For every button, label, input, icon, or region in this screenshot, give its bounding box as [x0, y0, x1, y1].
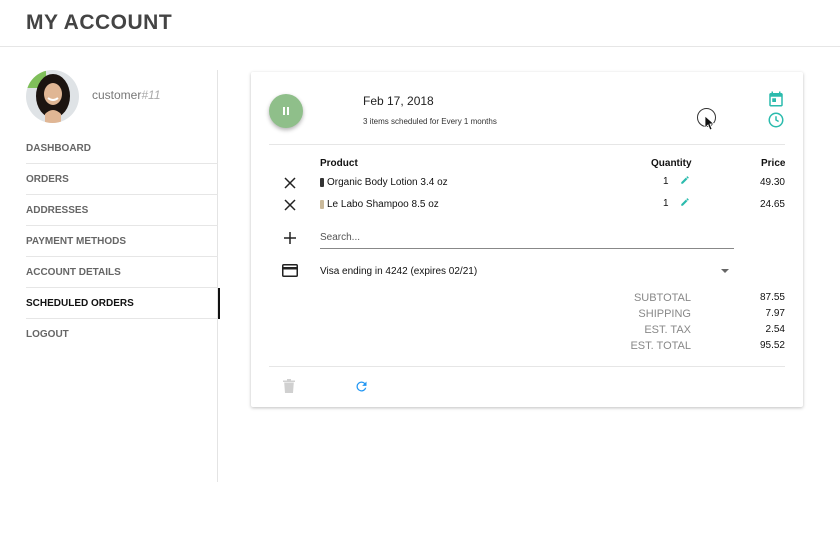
account-sidebar: customer#11 DASHBOARD ORDERS ADDRESSES P…: [26, 70, 220, 482]
nav-item-dashboard[interactable]: DASHBOARD: [26, 133, 218, 164]
product-thumbnail: [320, 200, 324, 209]
avatar: [26, 70, 79, 123]
pause-icon-bar: [287, 107, 289, 115]
column-header-product: Product: [320, 158, 358, 169]
credit-card-icon: [282, 264, 298, 277]
shipping-label: SHIPPING: [638, 308, 691, 320]
divider: [269, 144, 785, 145]
total-label: EST. TOTAL: [630, 340, 691, 352]
shipping-value: 7.97: [765, 308, 785, 319]
remove-item-icon[interactable]: [283, 198, 297, 212]
refresh-icon[interactable]: [354, 379, 369, 394]
subtotal-value: 87.55: [759, 292, 785, 303]
nav-item-logout[interactable]: LOGOUT: [26, 319, 218, 350]
mouse-cursor-icon: [697, 108, 716, 131]
tax-value: 2.54: [765, 324, 785, 335]
schedule-date: Feb 17, 2018: [363, 94, 434, 108]
add-item-icon[interactable]: [283, 231, 297, 245]
total-value: 95.52: [759, 340, 785, 351]
page-header: MY ACCOUNT: [0, 0, 840, 47]
scheduled-order-card: Feb 17, 2018 3 items scheduled for Every…: [251, 72, 803, 407]
tax-label: EST. TAX: [644, 324, 691, 336]
subtotal-label: SUBTOTAL: [633, 292, 691, 304]
payment-method-select[interactable]: Visa ending in 4242 (expires 02/21): [320, 266, 477, 277]
user-name-text: customer: [92, 88, 142, 102]
table-row: Organic Body Lotion 3.4 oz: [320, 177, 448, 188]
schedule-summary: 3 items scheduled for Every 1 months: [363, 117, 497, 126]
user-name: customer#11: [92, 88, 161, 102]
item-price: 24.65: [759, 199, 785, 210]
product-search-input[interactable]: [320, 227, 734, 249]
delete-icon[interactable]: [283, 379, 295, 393]
table-row: Le Labo Shampoo 8.5 oz: [320, 199, 439, 210]
item-price: 49.30: [759, 177, 785, 188]
nav-item-addresses[interactable]: ADDRESSES: [26, 195, 218, 226]
column-header-price: Price: [761, 158, 786, 169]
item-quantity: 1: [663, 176, 669, 187]
pause-button[interactable]: [269, 94, 303, 128]
product-thumbnail: [320, 178, 324, 187]
pause-icon: [283, 107, 285, 115]
nav-item-scheduled-orders[interactable]: SCHEDULED ORDERS: [26, 288, 220, 319]
page-title: MY ACCOUNT: [26, 11, 173, 34]
product-name: Le Labo Shampoo 8.5 oz: [327, 199, 439, 210]
clock-icon[interactable]: [767, 111, 785, 129]
remove-item-icon[interactable]: [283, 176, 297, 190]
divider: [269, 366, 785, 367]
product-name: Organic Body Lotion 3.4 oz: [327, 177, 448, 188]
edit-quantity-icon[interactable]: [680, 175, 690, 185]
item-quantity: 1: [663, 198, 669, 209]
column-header-quantity: Quantity: [651, 158, 692, 169]
nav-item-orders[interactable]: ORDERS: [26, 164, 218, 195]
calendar-icon[interactable]: [767, 90, 785, 108]
nav-item-account-details[interactable]: ACCOUNT DETAILS: [26, 257, 218, 288]
account-nav: DASHBOARD ORDERS ADDRESSES PAYMENT METHO…: [26, 133, 220, 350]
chevron-down-icon[interactable]: [721, 269, 729, 273]
edit-quantity-icon[interactable]: [680, 197, 690, 207]
nav-item-payment-methods[interactable]: PAYMENT METHODS: [26, 226, 218, 257]
user-number: #11: [141, 88, 161, 102]
